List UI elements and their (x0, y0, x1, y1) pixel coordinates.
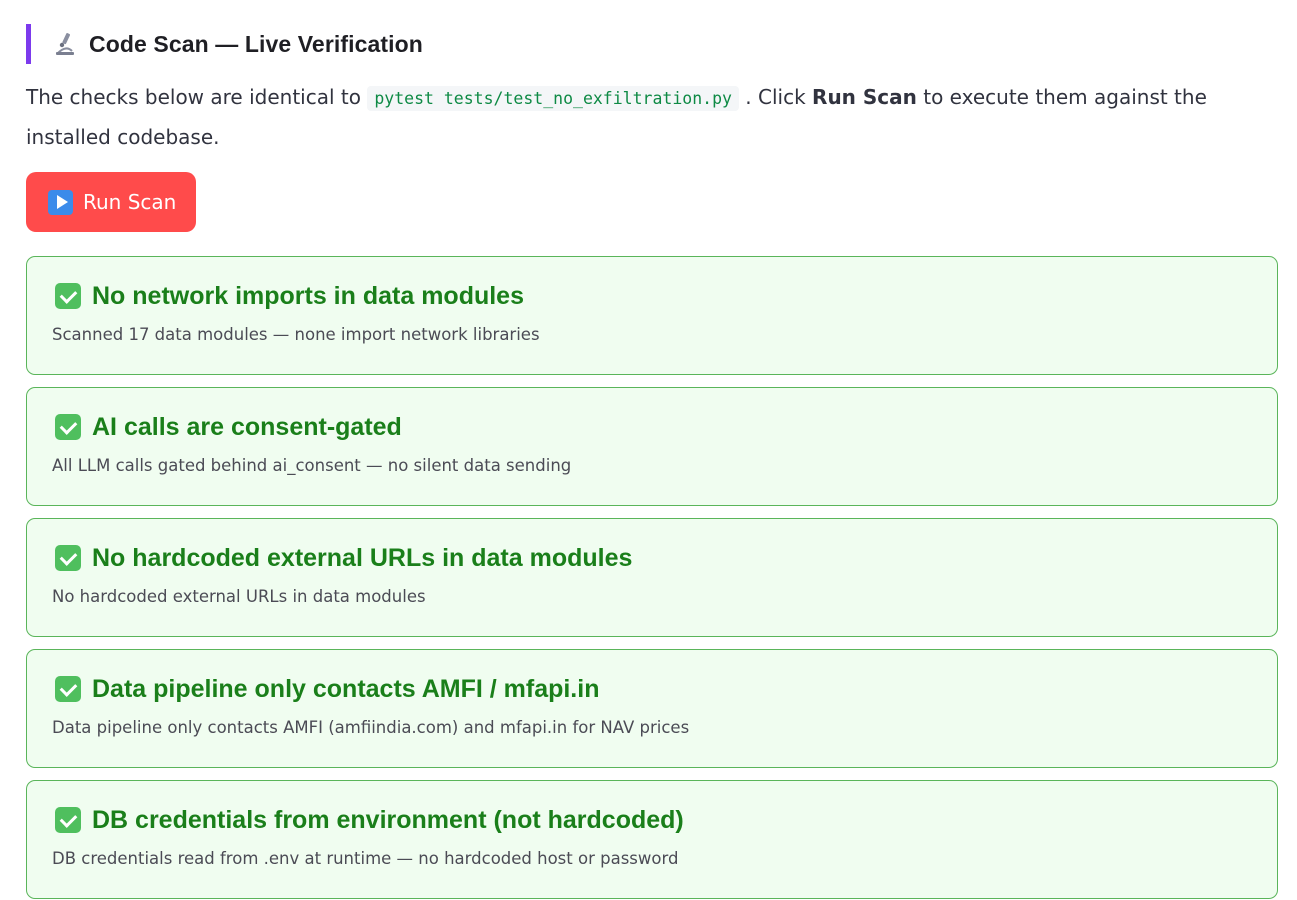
check-header: No network imports in data modules (52, 279, 1253, 313)
check-title: AI calls are consent-gated (92, 412, 402, 441)
check-mark-icon (55, 414, 81, 440)
check-header: DB credentials from environment (not har… (52, 803, 1253, 837)
microscope-icon (51, 30, 79, 58)
intro-text-start: The checks below are identical to (26, 85, 368, 109)
check-description: All LLM calls gated behind ai_consent — … (52, 456, 572, 475)
code-scan-page: Code Scan — Live Verification The checks… (0, 0, 1297, 900)
check-description: Data pipeline only contacts AMFI (amfiin… (52, 718, 690, 737)
check-card-data-pipeline: Data pipeline only contacts AMFI / mfapi… (26, 649, 1278, 768)
check-description: No hardcoded external URLs in data modul… (52, 587, 426, 606)
check-header: AI calls are consent-gated (52, 410, 1253, 444)
check-title: DB credentials from environment (not har… (92, 805, 684, 834)
section-title: Code Scan — Live Verification (89, 30, 423, 57)
check-card-ai-consent: AI calls are consent-gated All LLM calls… (26, 387, 1278, 506)
intro-run-scan-emphasis: Run Scan (812, 85, 917, 109)
check-mark-icon (55, 545, 81, 571)
check-mark-icon (55, 283, 81, 309)
check-card-network-imports: No network imports in data modules Scann… (26, 256, 1278, 375)
check-description: Scanned 17 data modules — none import ne… (52, 325, 540, 344)
intro-text: The checks below are identical to pytest… (26, 78, 1278, 156)
check-title: Data pipeline only contacts AMFI / mfapi… (92, 674, 600, 703)
intro-text-middle: . Click (738, 85, 813, 109)
check-description: DB credentials read from .env at runtime… (52, 849, 679, 868)
check-mark-icon (55, 676, 81, 702)
play-icon (48, 189, 73, 215)
check-card-db-credentials: DB credentials from environment (not har… (26, 780, 1278, 899)
pytest-command: pytest tests/test_no_exfiltration.py (367, 86, 739, 111)
check-header: Data pipeline only contacts AMFI / mfapi… (52, 672, 1253, 706)
run-scan-button[interactable]: Run Scan (26, 172, 197, 232)
check-card-external-urls: No hardcoded external URLs in data modul… (26, 518, 1278, 637)
check-title: No network imports in data modules (92, 281, 524, 310)
check-header: No hardcoded external URLs in data modul… (52, 541, 1253, 575)
run-scan-label: Run Scan (83, 190, 177, 214)
section-header: Code Scan — Live Verification (26, 24, 1278, 64)
check-mark-icon (55, 807, 81, 833)
check-title: No hardcoded external URLs in data modul… (92, 543, 633, 572)
